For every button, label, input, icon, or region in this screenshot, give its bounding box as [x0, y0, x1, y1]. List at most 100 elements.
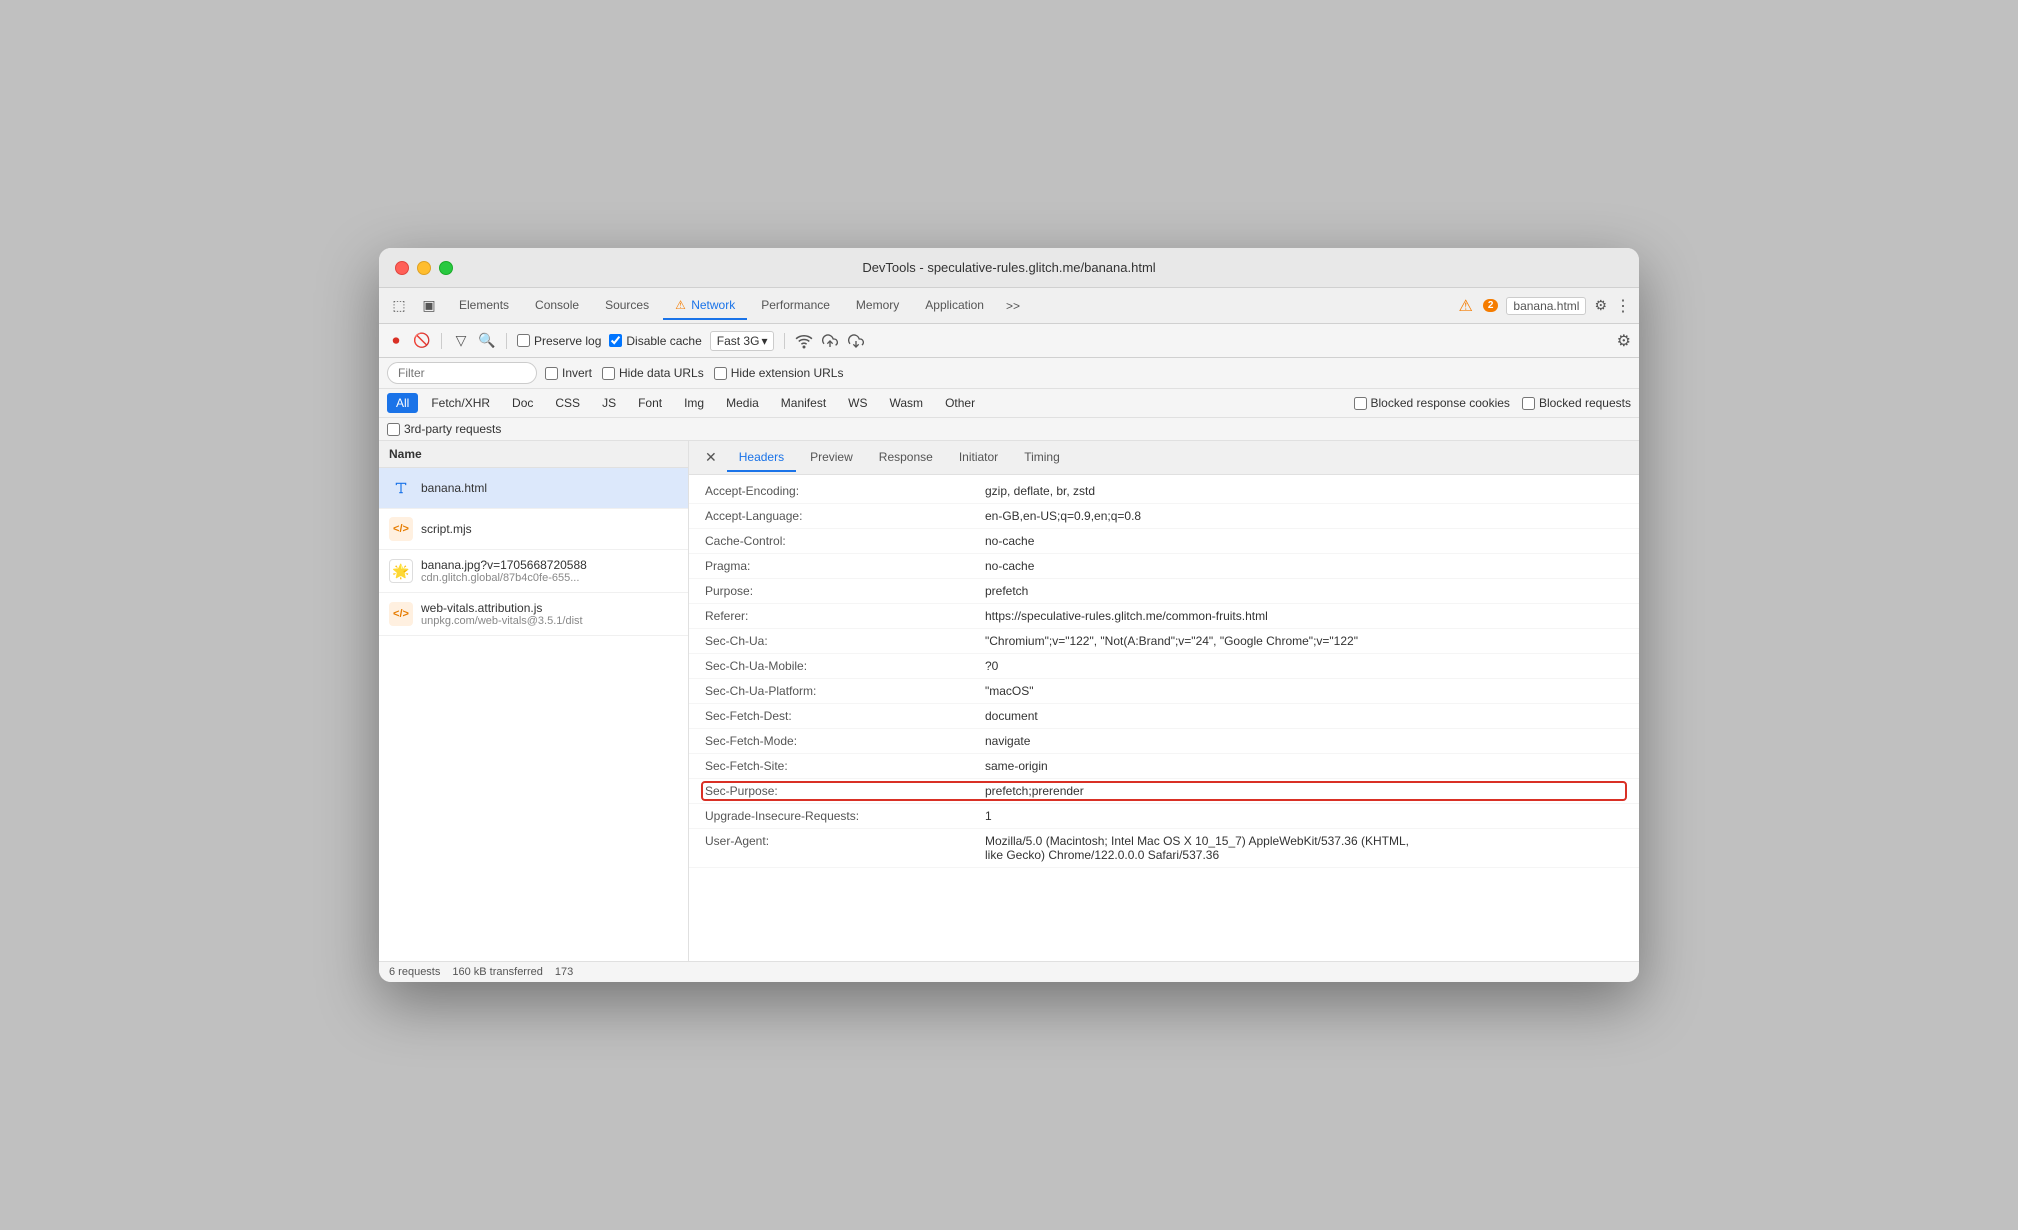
- file-info: banana.jpg?v=1705668720588 cdn.glitch.gl…: [421, 558, 587, 584]
- header-value: 1: [985, 809, 1623, 823]
- header-value: "Chromium";v="122", "Not(A:Brand";v="24"…: [985, 634, 1623, 648]
- file-info: web-vitals.attribution.js unpkg.com/web-…: [421, 601, 583, 627]
- header-row-pragma: Pragma: no-cache: [689, 554, 1639, 579]
- filter-doc[interactable]: Doc: [503, 393, 542, 413]
- stop-recording-button[interactable]: ⏺: [387, 332, 405, 350]
- file-name: banana.html: [421, 481, 487, 495]
- preserve-log-input[interactable]: [517, 334, 530, 347]
- header-row-sec-ch-ua-mobile: Sec-Ch-Ua-Mobile: ?0: [689, 654, 1639, 679]
- separator-3: [784, 333, 785, 349]
- tab-application[interactable]: Application: [913, 292, 996, 320]
- header-name: Referer:: [705, 609, 985, 623]
- header-value: https://speculative-rules.glitch.me/comm…: [985, 609, 1623, 623]
- close-detail-button[interactable]: ✕: [697, 445, 725, 470]
- header-value: gzip, deflate, br, zstd: [985, 484, 1623, 498]
- header-name: Cache-Control:: [705, 534, 985, 548]
- device-icon[interactable]: ▣: [417, 294, 441, 318]
- settings-icon[interactable]: ⚙: [1594, 297, 1607, 314]
- header-name: Upgrade-Insecure-Requests:: [705, 809, 985, 823]
- blocked-requests-input[interactable]: [1522, 397, 1535, 410]
- title-bar: DevTools - speculative-rules.glitch.me/b…: [379, 248, 1639, 288]
- filter-icon[interactable]: ▽: [452, 332, 470, 350]
- tab-preview[interactable]: Preview: [798, 444, 865, 472]
- header-value: prefetch;prerender: [985, 784, 1623, 798]
- network-settings-icon[interactable]: ⚙: [1617, 331, 1631, 351]
- file-icon-img: 🌟: [389, 559, 413, 583]
- list-item[interactable]: 🌟 banana.jpg?v=1705668720588 cdn.glitch.…: [379, 550, 688, 593]
- filter-js[interactable]: JS: [593, 393, 625, 413]
- filter-media[interactable]: Media: [717, 393, 768, 413]
- disable-cache-input[interactable]: [609, 334, 622, 347]
- main-content: Name banana.html </> sc: [379, 441, 1639, 961]
- tab-elements[interactable]: Elements: [447, 292, 521, 320]
- tab-performance[interactable]: Performance: [749, 292, 842, 320]
- filter-input[interactable]: [387, 362, 537, 384]
- third-party-bar: 3rd-party requests: [379, 418, 1639, 441]
- blocked-requests-checkbox[interactable]: Blocked requests: [1522, 396, 1631, 410]
- filter-ws[interactable]: WS: [839, 393, 876, 413]
- more-icon[interactable]: ⋮: [1615, 296, 1631, 316]
- filter-wasm[interactable]: Wasm: [881, 393, 933, 413]
- list-item[interactable]: </> script.mjs: [379, 509, 688, 550]
- third-party-input[interactable]: [387, 423, 400, 436]
- cursor-icon[interactable]: ⬚: [387, 294, 411, 318]
- header-row-sec-ch-ua: Sec-Ch-Ua: "Chromium";v="122", "Not(A:Br…: [689, 629, 1639, 654]
- list-item[interactable]: </> web-vitals.attribution.js unpkg.com/…: [379, 593, 688, 636]
- filter-fetch-xhr[interactable]: Fetch/XHR: [422, 393, 499, 413]
- download-icon[interactable]: [847, 332, 865, 350]
- header-row-accept-encoding: Accept-Encoding: gzip, deflate, br, zstd: [689, 479, 1639, 504]
- wifi-icon[interactable]: [795, 332, 813, 350]
- tab-timing[interactable]: Timing: [1012, 444, 1072, 472]
- tab-initiator[interactable]: Initiator: [947, 444, 1010, 472]
- filter-img[interactable]: Img: [675, 393, 713, 413]
- minimize-button[interactable]: [417, 261, 431, 275]
- file-name: banana.jpg?v=1705668720588: [421, 558, 587, 572]
- header-row-purpose: Purpose: prefetch: [689, 579, 1639, 604]
- maximize-button[interactable]: [439, 261, 453, 275]
- header-row-user-agent: User-Agent: Mozilla/5.0 (Macintosh; Inte…: [689, 829, 1639, 868]
- hide-data-urls-checkbox[interactable]: Hide data URLs: [602, 366, 704, 380]
- blocked-response-cookies-checkbox[interactable]: Blocked response cookies: [1354, 396, 1510, 410]
- header-row-cache-control: Cache-Control: no-cache: [689, 529, 1639, 554]
- header-value: same-origin: [985, 759, 1623, 773]
- tab-headers[interactable]: Headers: [727, 444, 796, 472]
- search-icon[interactable]: 🔍: [478, 332, 496, 350]
- header-name: Accept-Encoding:: [705, 484, 985, 498]
- close-button[interactable]: [395, 261, 409, 275]
- filter-all[interactable]: All: [387, 393, 418, 413]
- tab-response[interactable]: Response: [867, 444, 945, 472]
- header-value: en-GB,en-US;q=0.9,en;q=0.8: [985, 509, 1623, 523]
- hide-ext-urls-input[interactable]: [714, 367, 727, 380]
- devtools-tab-bar: ⬚ ▣ Elements Console Sources ⚠ Network P…: [379, 288, 1639, 324]
- filter-other[interactable]: Other: [936, 393, 984, 413]
- hide-data-urls-input[interactable]: [602, 367, 615, 380]
- header-name: Purpose:: [705, 584, 985, 598]
- filter-options: Invert Hide data URLs Hide extension URL…: [545, 366, 843, 380]
- preserve-log-checkbox[interactable]: Preserve log: [517, 334, 601, 348]
- filter-font[interactable]: Font: [629, 393, 671, 413]
- tabs-overflow-button[interactable]: >>: [998, 295, 1028, 317]
- third-party-checkbox[interactable]: 3rd-party requests: [387, 422, 1631, 436]
- tab-console[interactable]: Console: [523, 292, 591, 320]
- filter-css[interactable]: CSS: [546, 393, 589, 413]
- blocked-response-cookies-input[interactable]: [1354, 397, 1367, 410]
- header-name: Pragma:: [705, 559, 985, 573]
- filter-manifest[interactable]: Manifest: [772, 393, 835, 413]
- hide-ext-urls-checkbox[interactable]: Hide extension URLs: [714, 366, 844, 380]
- throttle-selector[interactable]: Fast 3G ▾: [710, 331, 775, 351]
- file-name: web-vitals.attribution.js: [421, 601, 583, 615]
- header-name: Sec-Purpose:: [705, 784, 985, 798]
- filter-bar: Invert Hide data URLs Hide extension URL…: [379, 358, 1639, 389]
- disable-cache-checkbox[interactable]: Disable cache: [609, 334, 701, 348]
- upload-icon[interactable]: [821, 332, 839, 350]
- tab-sources[interactable]: Sources: [593, 292, 661, 320]
- tab-network[interactable]: ⚠ Network: [663, 292, 747, 320]
- list-item[interactable]: banana.html: [379, 468, 688, 509]
- clear-button[interactable]: 🚫: [413, 332, 431, 350]
- file-list: Name banana.html </> sc: [379, 441, 689, 961]
- invert-checkbox[interactable]: Invert: [545, 366, 592, 380]
- invert-input[interactable]: [545, 367, 558, 380]
- page-selector[interactable]: banana.html: [1506, 297, 1586, 315]
- file-list-header: Name: [379, 441, 688, 468]
- tab-memory[interactable]: Memory: [844, 292, 911, 320]
